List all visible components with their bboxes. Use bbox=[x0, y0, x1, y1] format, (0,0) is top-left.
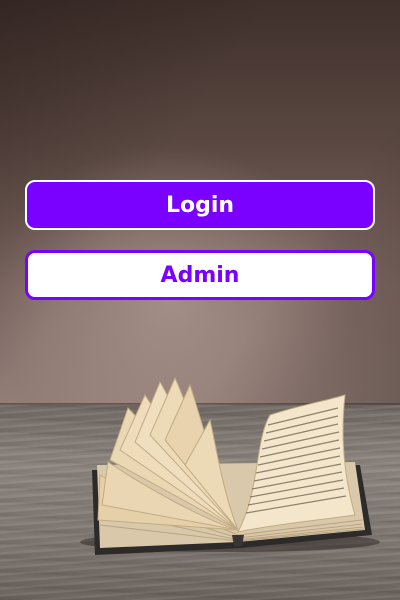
admin-button-label: Admin bbox=[160, 262, 240, 288]
login-button[interactable]: Login bbox=[25, 180, 375, 230]
open-book-image bbox=[80, 376, 380, 555]
login-screen: Login Admin bbox=[0, 0, 400, 600]
login-button-label: Login bbox=[165, 192, 235, 218]
admin-button[interactable]: Admin bbox=[25, 250, 375, 300]
